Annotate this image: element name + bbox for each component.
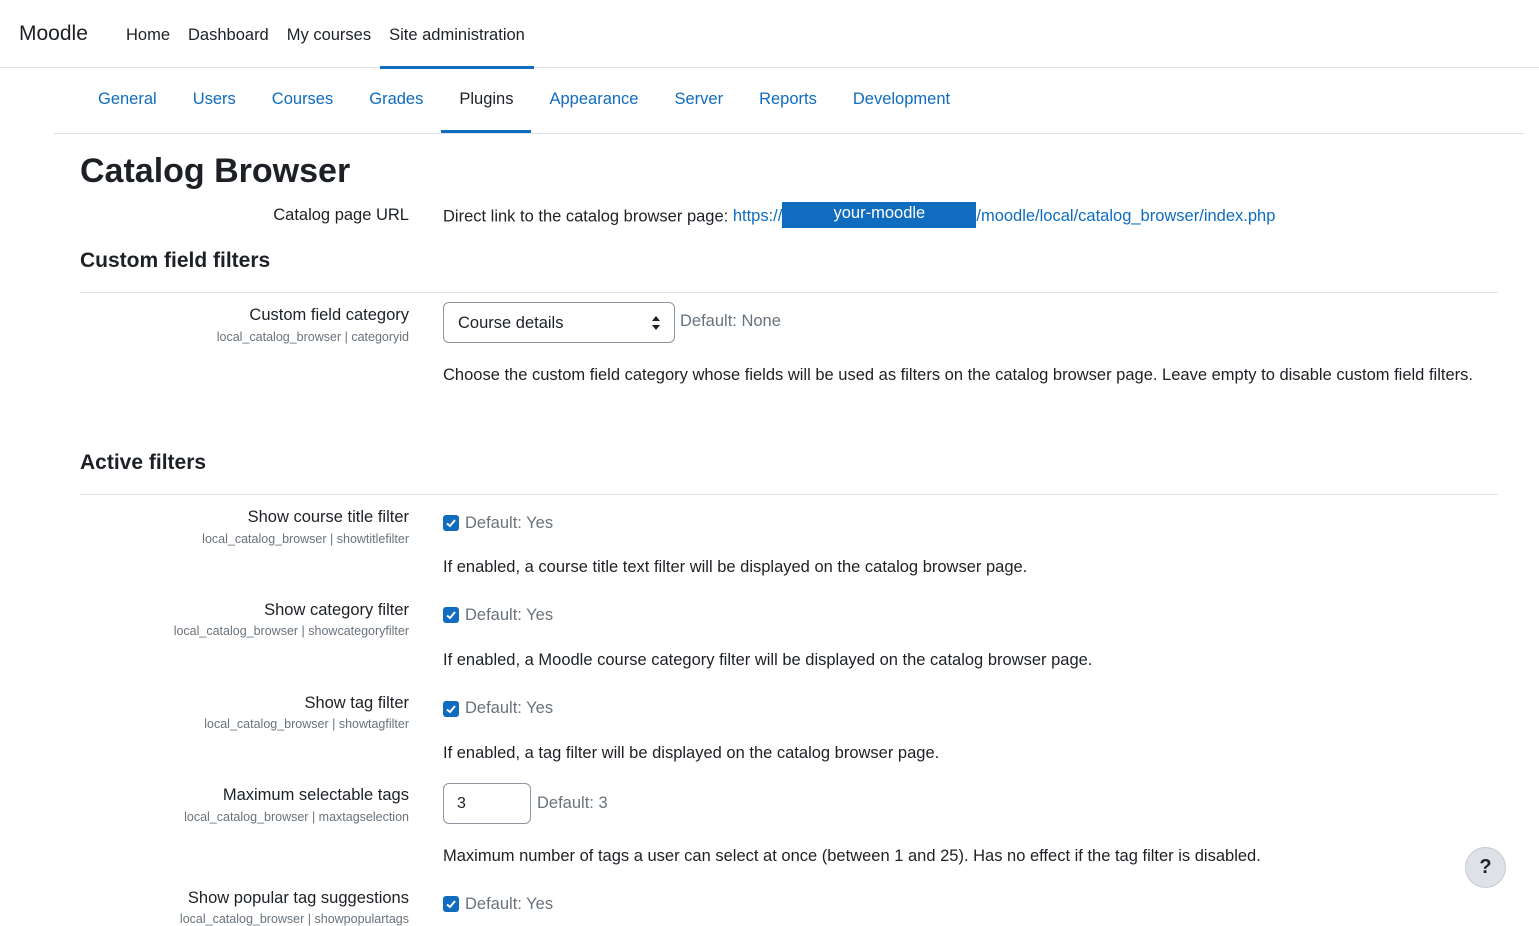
top-navbar: Moodle Home Dashboard My courses Site ad… [0,0,1539,69]
title-filter-label: Show course title filter [247,508,409,526]
checkmark-icon [446,611,456,620]
site-brand[interactable]: Moodle [19,22,88,46]
max-tags-setting-name: local_catalog_browser | maxtagselection [184,810,409,824]
catalog-url-link[interactable]: https://your-moodle/moodle/local/catalog… [732,202,1276,228]
custom-field-category-setting-name: local_catalog_browser | categoryid [216,330,409,344]
select-value: Course details [458,314,564,332]
help-button[interactable]: ? [1465,847,1506,888]
popular-tags-default: Default: Yes [465,895,554,913]
tag-filter-setting-name: local_catalog_browser | showtagfilter [204,717,409,731]
tab-plugins[interactable]: Plugins [441,69,532,133]
section-divider [80,494,1498,495]
checkmark-icon [446,705,456,714]
tab-grades[interactable]: Grades [351,69,441,133]
tab-appearance[interactable]: Appearance [531,69,656,133]
category-filter-setting-name: local_catalog_browser | showcategoryfilt… [173,624,409,638]
popular-tags-checkbox[interactable] [443,896,459,912]
nav-site-administration[interactable]: Site administration [380,0,534,69]
category-filter-default: Default: Yes [465,606,554,624]
redacted-hostname: your-moodle [782,202,977,228]
title-filter-description: If enabled, a course title text filter w… [443,558,1028,576]
title-filter-checkbox[interactable] [443,515,459,531]
url-start: https:// [732,207,783,226]
tab-development[interactable]: Development [835,69,968,133]
tab-reports[interactable]: Reports [741,69,835,133]
section-divider [80,292,1498,293]
nav-dashboard[interactable]: Dashboard [179,0,278,68]
checkmark-icon [446,519,456,528]
title-filter-default: Default: Yes [465,514,554,532]
category-filter-description: If enabled, a Moodle course category fil… [443,651,1093,669]
url-end: /moodle/local/catalog_browser/index.php [976,207,1276,226]
tab-server[interactable]: Server [656,69,741,133]
tag-filter-label: Show tag filter [304,694,409,712]
max-tags-label: Maximum selectable tags [222,786,409,804]
tab-users[interactable]: Users [175,69,254,133]
popular-tags-label: Show popular tag suggestions [187,889,409,907]
tag-filter-default: Default: Yes [465,699,554,717]
tab-courses[interactable]: Courses [254,69,351,133]
custom-field-category-select[interactable]: Course details [443,302,675,343]
category-filter-label: Show category filter [264,601,409,619]
select-arrows-icon [652,316,660,330]
custom-field-category-description: Choose the custom field category whose f… [443,366,1473,384]
custom-field-category-default: Default: None [680,312,781,330]
secondary-navigation: General Users Courses Grades Plugins App… [54,69,1524,134]
active-filters-heading: Active filters [80,451,207,474]
nav-my-courses[interactable]: My courses [278,0,380,68]
custom-field-category-label: Custom field category [249,306,409,324]
max-tags-input[interactable]: 3 [443,783,531,824]
catalog-url-prefix: Direct link to the catalog browser page: [443,207,733,226]
category-filter-checkbox[interactable] [443,607,459,623]
primary-navigation: Home Dashboard My courses Site administr… [117,0,534,69]
title-filter-setting-name: local_catalog_browser | showtitlefilter [202,532,409,546]
tag-filter-description: If enabled, a tag filter will be display… [443,744,940,762]
max-tags-default: Default: 3 [537,794,608,812]
catalog-url-label: Catalog page URL [273,206,409,224]
tag-filter-checkbox[interactable] [443,701,459,717]
catalog-url-row: Direct link to the catalog browser page:… [443,202,1276,228]
custom-field-filters-heading: Custom field filters [80,249,271,272]
nav-home[interactable]: Home [117,0,179,68]
page-title: Catalog Browser [80,152,351,190]
tab-general[interactable]: General [80,69,175,133]
checkmark-icon [446,900,456,909]
max-tags-description: Maximum number of tags a user can select… [443,847,1261,865]
